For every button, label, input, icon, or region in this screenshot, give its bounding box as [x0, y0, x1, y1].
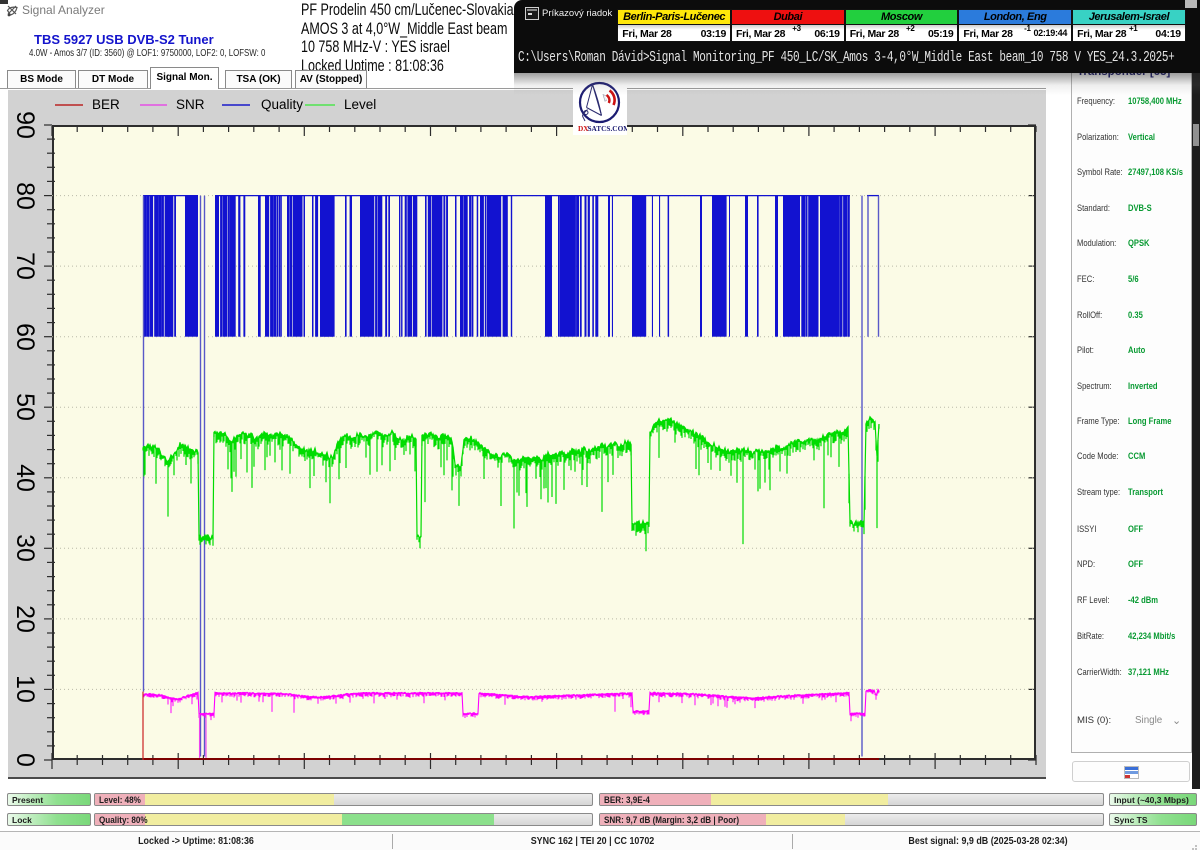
- svg-text:SATCS.COM: SATCS.COM: [588, 124, 628, 133]
